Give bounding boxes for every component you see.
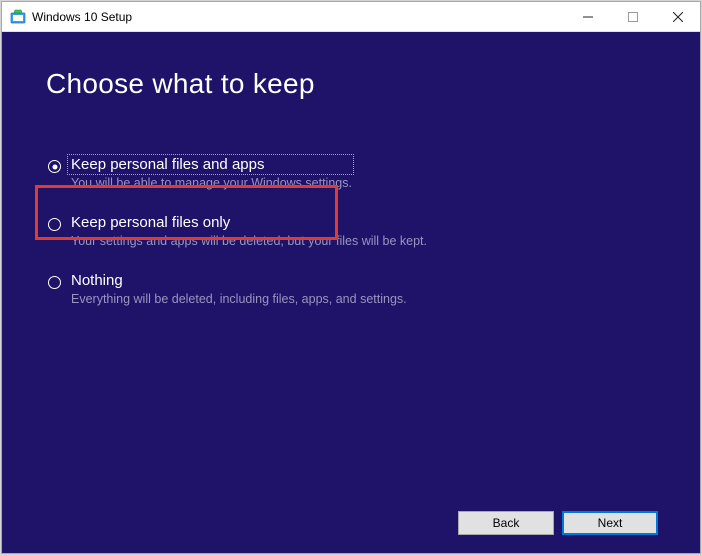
minimize-button[interactable]	[565, 2, 610, 31]
option-description: Everything will be deleted, including fi…	[71, 292, 407, 306]
option-description: You will be able to manage your Windows …	[71, 176, 352, 190]
option-text: Nothing Everything will be deleted, incl…	[71, 272, 407, 306]
option-keep-files-apps[interactable]: Keep personal files and apps You will be…	[46, 152, 656, 194]
next-button[interactable]: Next	[562, 511, 658, 535]
option-text: Keep personal files only Your settings a…	[71, 214, 427, 248]
window-controls	[565, 2, 700, 31]
option-description: Your settings and apps will be deleted, …	[71, 234, 427, 248]
radio-icon	[48, 160, 61, 173]
option-nothing[interactable]: Nothing Everything will be deleted, incl…	[46, 268, 656, 310]
content-area: Choose what to keep Keep personal files …	[2, 32, 700, 553]
titlebar: Windows 10 Setup	[2, 2, 700, 32]
option-keep-files-only[interactable]: Keep personal files only Your settings a…	[46, 210, 656, 252]
option-label: Keep personal files and apps	[69, 156, 352, 173]
close-button[interactable]	[655, 2, 700, 31]
option-label: Keep personal files only	[71, 214, 427, 231]
radio-icon	[48, 276, 61, 289]
setup-icon	[10, 9, 26, 25]
window-title: Windows 10 Setup	[32, 10, 565, 24]
option-label: Nothing	[71, 272, 407, 289]
maximize-button[interactable]	[610, 2, 655, 31]
options-group: Keep personal files and apps You will be…	[46, 152, 656, 310]
option-text: Keep personal files and apps You will be…	[71, 156, 352, 190]
back-button[interactable]: Back	[458, 511, 554, 535]
footer-buttons: Back Next	[458, 511, 658, 535]
page-title: Choose what to keep	[46, 68, 656, 100]
setup-window: Windows 10 Setup Choose what to keep Kee…	[1, 1, 701, 554]
radio-icon	[48, 218, 61, 231]
